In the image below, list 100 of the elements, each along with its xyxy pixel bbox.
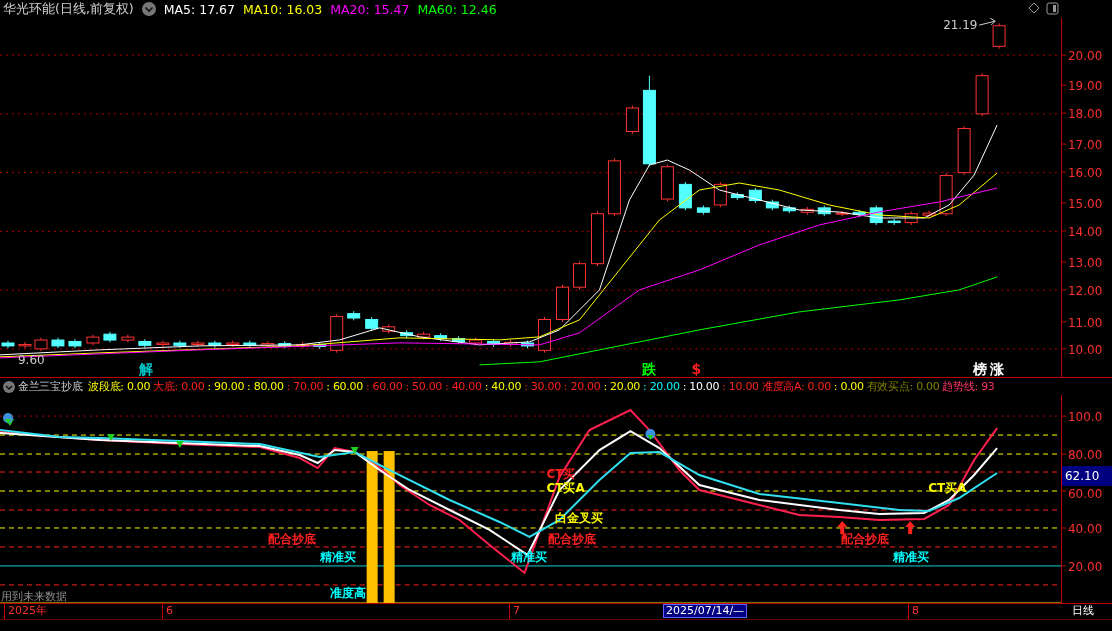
indicator-axis-label: 40.00 [1068, 521, 1103, 536]
signal-label: 配合抄底 [267, 531, 316, 546]
event-marker[interactable]: 涨 [990, 360, 1005, 377]
date-label: 2025年 [8, 604, 47, 618]
price-axis-label: 10.00 [1068, 342, 1103, 357]
event-marker[interactable]: 跌 [642, 360, 657, 377]
candle [869, 205, 883, 226]
panel-toggle-icon[interactable] [1046, 2, 1059, 15]
candle [521, 340, 534, 349]
candle [347, 310, 361, 321]
dropdown-icon[interactable] [141, 2, 156, 16]
candle [191, 340, 205, 348]
indicator-axis-label: 20.00 [1068, 559, 1103, 574]
indicator-value: : 80.00 [247, 380, 284, 393]
indicator-value: 大底: 0.00 [153, 379, 205, 394]
candle [887, 218, 901, 226]
up-arrow-icon [905, 521, 916, 534]
candle [34, 337, 48, 352]
indicator-title: 金兰三宝抄底 [18, 379, 83, 394]
up-arrow-icon [837, 521, 848, 534]
notice-text: 用到未来数据 [1, 589, 67, 603]
candle [156, 340, 170, 348]
candle [121, 334, 135, 343]
moving-average-value: MA5: 17.67 [163, 1, 235, 17]
cursor-date: 2025/07/14/— [663, 604, 748, 618]
candle [208, 340, 222, 349]
candle [590, 210, 604, 267]
moving-average-value: MA60: 12.46 [417, 1, 497, 17]
candle [800, 206, 814, 216]
candle [835, 210, 849, 217]
candle [939, 172, 953, 217]
candle [607, 158, 621, 217]
price-axis-label: 16.00 [1068, 166, 1103, 180]
signal-label: 配合抄底 [841, 531, 890, 546]
candle [452, 335, 466, 345]
stock-title: 华光环能(日线,前复权) [3, 0, 134, 18]
indicator-value: : 40.00 [484, 380, 522, 393]
candle [696, 205, 710, 216]
period-label[interactable]: 日线 [1072, 604, 1094, 618]
signal-ball-icon [645, 429, 656, 441]
down-arrow-icon [106, 434, 115, 442]
candle [487, 338, 501, 348]
candle [678, 181, 692, 211]
indicator-value: : 70.00 [286, 380, 324, 393]
price-axis-label: 12.00 [1068, 283, 1103, 298]
candle [68, 338, 82, 349]
candle [417, 331, 431, 340]
indicator-value: : 10.00 [682, 380, 720, 393]
candle [817, 205, 831, 217]
price-axis-label: 20.00 [1068, 49, 1103, 64]
current-value-badge [1062, 466, 1112, 486]
indicator-value: : 60.00 [365, 380, 403, 393]
candle [782, 205, 796, 214]
candle [243, 340, 257, 349]
candle [365, 316, 379, 332]
candle [992, 22, 1006, 50]
signal-label: 精准买 [893, 549, 930, 564]
candle [625, 105, 639, 135]
candle [852, 209, 866, 218]
indicator-value: : 0.00 [833, 380, 864, 393]
candle [86, 334, 100, 346]
indicator-value: 趋势线: 93 [942, 379, 995, 394]
signal-ball-icon [3, 413, 13, 425]
candle [18, 341, 32, 349]
candle [730, 191, 744, 201]
candle [556, 284, 569, 323]
candle [504, 339, 518, 348]
indicator-axis-label: 80.00 [1068, 448, 1103, 463]
candle [660, 163, 674, 202]
moving-average-value: MA10: 16.03 [243, 1, 323, 17]
price-axis-label: 13.00 [1068, 255, 1103, 270]
dropdown-icon[interactable] [3, 380, 15, 393]
signal-label: 准度高 [329, 585, 366, 600]
current-value: 62.10 [1065, 469, 1100, 483]
indicator-value: 准度高A: 0.00 [761, 379, 831, 394]
candle [103, 331, 117, 343]
event-marker[interactable]: $ [691, 360, 702, 377]
candle [313, 341, 327, 350]
diamond-icon[interactable] [1028, 2, 1040, 14]
price-axis-label: 14.00 [1068, 224, 1103, 239]
low-price-label: 9.60 [18, 352, 45, 367]
event-marker[interactable]: 榜 [973, 360, 988, 377]
indicator-value: : 90.00 [207, 380, 245, 393]
candle [748, 187, 762, 204]
candle [538, 316, 551, 354]
candle [922, 210, 936, 219]
date-label: 6 [166, 604, 173, 618]
candle [51, 337, 65, 349]
signal-label: 配合抄底 [548, 531, 597, 546]
arrow-icon [978, 18, 996, 26]
high-price-label: 21.19 [943, 18, 978, 33]
indicator-value: : 20.00 [563, 380, 601, 393]
candle [1, 340, 15, 349]
indicator-value: : 20.00 [643, 380, 680, 393]
candle [400, 329, 414, 339]
candle [434, 332, 448, 342]
event-marker[interactable]: 解 [138, 360, 153, 377]
indicator-value: : 40.00 [445, 380, 482, 393]
candle [904, 210, 918, 226]
candle [138, 338, 152, 349]
